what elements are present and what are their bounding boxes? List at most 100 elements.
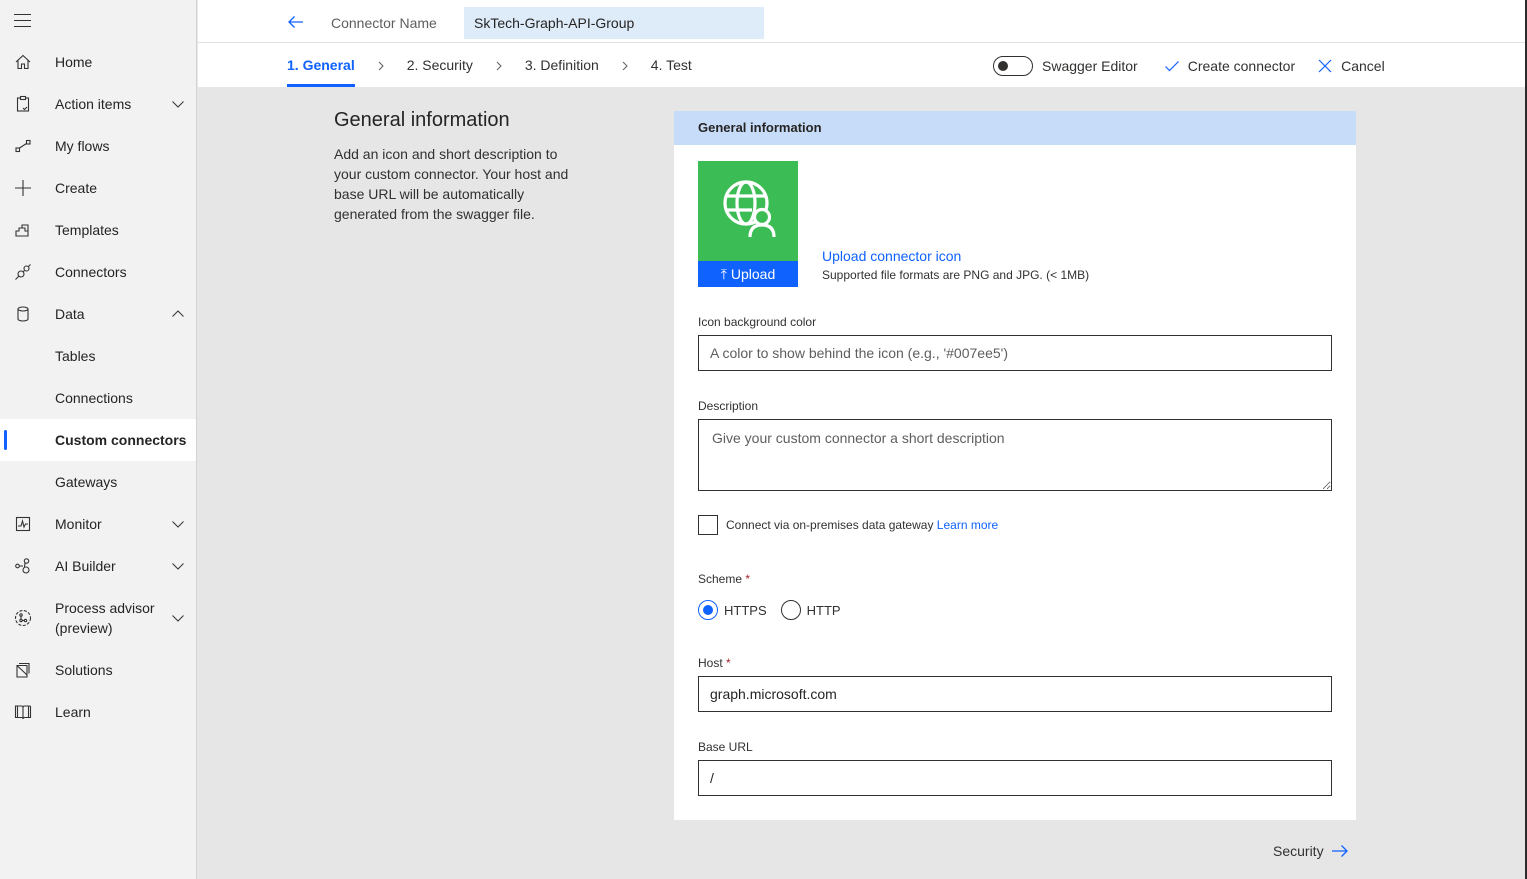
- monitor-icon: [15, 516, 31, 532]
- upload-arrow-icon: ⤒: [720, 266, 727, 282]
- process-advisor-icon: [14, 609, 32, 627]
- sidebar-item-label: Learn: [55, 704, 91, 720]
- sidebar-item-monitor[interactable]: Monitor: [0, 503, 196, 545]
- http-radio[interactable]: [780, 600, 801, 620]
- upload-connector-icon-link[interactable]: Upload connector icon: [822, 248, 961, 264]
- sidebar-item-gateways[interactable]: Gateways: [0, 461, 196, 503]
- process-advisor-label: Process advisor: [55, 600, 155, 616]
- required-marker: *: [745, 572, 751, 586]
- icon-bg-color-input[interactable]: [698, 335, 1332, 371]
- sidebar-item-label: Process advisor (preview): [55, 598, 155, 638]
- globe-user-icon: [723, 180, 776, 238]
- connector-name-input[interactable]: [464, 7, 764, 39]
- book-icon: [14, 705, 32, 720]
- https-label: HTTPS: [724, 602, 767, 618]
- arrow-right-icon: [1331, 845, 1348, 857]
- sidebar-item-label: Connectors: [55, 264, 127, 280]
- sidebar-item-tables[interactable]: Tables: [0, 335, 196, 377]
- next-security-button[interactable]: Security: [1273, 842, 1349, 860]
- host-input[interactable]: [698, 676, 1332, 712]
- chevron-down-icon[interactable]: [171, 559, 185, 573]
- database-icon: [17, 306, 29, 322]
- sidebar-item-ai-builder[interactable]: AI Builder: [0, 545, 196, 587]
- sidebar-item-label: Templates: [55, 222, 119, 238]
- upload-label: Upload: [730, 266, 776, 282]
- plug-icon: [15, 264, 31, 280]
- sidebar-item-home[interactable]: Home: [0, 41, 196, 83]
- chevron-up-icon[interactable]: [171, 307, 185, 321]
- card-title: General information: [674, 111, 1356, 145]
- next-label: Security: [1273, 843, 1324, 859]
- sidebar-item-my-flows[interactable]: My flows: [0, 125, 196, 167]
- sidebar-item-label: Tables: [55, 348, 96, 364]
- sidebar-item-label: Connections: [55, 390, 133, 406]
- sidebar-item-label: Action items: [55, 96, 132, 112]
- hamburger-menu-icon[interactable]: [14, 14, 31, 28]
- sidebar-item-learn[interactable]: Learn: [0, 691, 196, 733]
- scheme-option-https[interactable]: HTTPS: [698, 600, 767, 620]
- https-radio[interactable]: [698, 600, 718, 620]
- flow-icon: [15, 139, 31, 153]
- sidebar-item-action-items[interactable]: Action items: [0, 83, 196, 125]
- wizard-steps: 1. General 2. Security 3. Definition 4. …: [287, 44, 692, 87]
- tab-test[interactable]: 4. Test: [651, 44, 692, 87]
- toolbar: Swagger Editor Create connector Cancel: [993, 44, 1385, 87]
- chevron-down-icon[interactable]: [171, 97, 185, 111]
- ai-builder-icon: [15, 558, 30, 574]
- gateway-checkbox[interactable]: [698, 515, 718, 535]
- sidebar-item-create[interactable]: Create: [0, 167, 196, 209]
- general-information-card: General information ⤒ Upload Upload conn…: [674, 111, 1356, 820]
- tab-security[interactable]: 2. Security: [407, 44, 473, 87]
- connector-name-label: Connector Name: [331, 15, 437, 31]
- sidebar-item-custom-connectors[interactable]: Custom connectors: [0, 419, 196, 461]
- chevron-down-icon[interactable]: [171, 517, 185, 531]
- tab-general[interactable]: 1. General: [287, 44, 355, 87]
- back-arrow-icon[interactable]: [286, 12, 306, 32]
- upload-button[interactable]: ⤒ Upload: [698, 261, 798, 287]
- sidebar-item-label: Solutions: [55, 662, 113, 678]
- section-description: Add an icon and short description to you…: [334, 146, 569, 222]
- host-label: Host *: [698, 656, 731, 670]
- preview-label: (preview): [55, 620, 113, 636]
- sidebar-item-label: Monitor: [55, 516, 102, 532]
- section-title: General information: [334, 109, 510, 131]
- http-label: HTTP: [806, 602, 841, 618]
- connector-icon-preview: ⤒ Upload: [698, 161, 798, 287]
- description-textarea[interactable]: [698, 419, 1332, 491]
- scheme-option-http[interactable]: HTTP: [780, 600, 841, 620]
- header: Connector Name 1. General 2. Security 3.…: [198, 0, 1525, 87]
- sidebar-item-label: Custom connectors: [55, 432, 187, 448]
- chevron-down-icon[interactable]: [171, 611, 185, 625]
- host-label-text: Host: [698, 656, 723, 670]
- solutions-icon: [16, 662, 30, 678]
- base-url-input[interactable]: [698, 760, 1332, 796]
- swagger-editor-label: Swagger Editor: [1042, 57, 1138, 74]
- create-connector-button[interactable]: Create connector: [1164, 58, 1295, 74]
- tab-definition[interactable]: 3. Definition: [525, 44, 599, 87]
- chevron-right-icon: [355, 58, 407, 74]
- chevron-right-icon: [599, 58, 651, 74]
- home-icon: [15, 54, 31, 70]
- close-icon: [1318, 59, 1332, 72]
- plus-icon: [15, 180, 31, 196]
- swagger-editor-toggle[interactable]: [993, 55, 1033, 76]
- create-connector-label: Create connector: [1187, 57, 1296, 74]
- sidebar-item-data[interactable]: Data: [0, 293, 196, 335]
- sidebar-item-templates[interactable]: Templates: [0, 209, 196, 251]
- connector-name-bar: Connector Name: [198, 0, 1525, 43]
- sidebar-item-label: Create: [55, 180, 98, 196]
- sidebar-item-label: Gateways: [55, 474, 118, 490]
- sidebar-item-solutions[interactable]: Solutions: [0, 649, 196, 691]
- scheme-label: Scheme *: [698, 572, 750, 586]
- sidebar-item-connections[interactable]: Connections: [0, 377, 196, 419]
- sidebar-item-connectors[interactable]: Connectors: [0, 251, 196, 293]
- clipboard-icon: [16, 95, 30, 112]
- cancel-button[interactable]: Cancel: [1317, 58, 1385, 74]
- checkmark-icon: [1164, 60, 1179, 71]
- learn-more-link[interactable]: Learn more: [937, 518, 998, 532]
- sidebar: Home Action items My flows Create Templa…: [0, 0, 197, 879]
- scheme-label-text: Scheme: [698, 572, 743, 586]
- sidebar-item-process-advisor[interactable]: Process advisor (preview): [0, 587, 196, 649]
- sidebar-item-label: My flows: [55, 138, 110, 154]
- base-url-label: Base URL: [698, 740, 753, 754]
